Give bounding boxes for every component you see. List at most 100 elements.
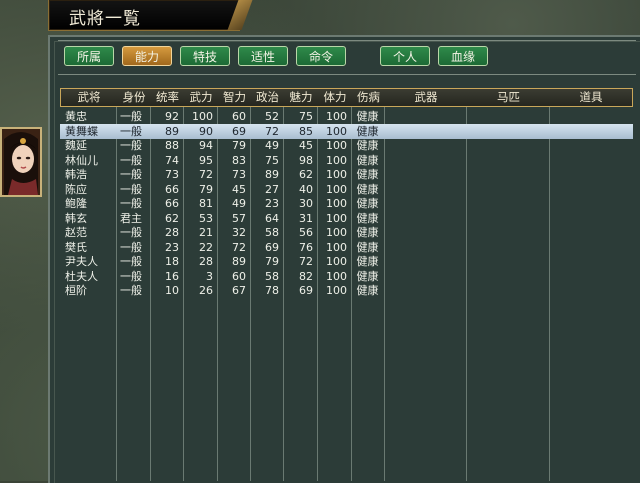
table-row[interactable]: 鲍隆 一般 66 81 49 23 30 100 健康	[60, 196, 633, 211]
cell-item	[549, 254, 631, 269]
cell-pol: 79	[265, 255, 279, 268]
cell-lead: 88	[165, 139, 179, 152]
cell-weapon	[384, 109, 466, 124]
cell-rank: 一般	[120, 255, 142, 268]
cell-inj: 健康	[356, 197, 379, 210]
cell-name: 韩浩	[65, 168, 87, 181]
cell-war: 22	[199, 240, 213, 254]
cell-chr: 82	[299, 269, 313, 283]
cell-hp: 100	[326, 284, 347, 297]
cell-item	[549, 182, 631, 197]
cell-pol: 75	[265, 153, 279, 167]
cell-rank: 一般	[120, 153, 142, 167]
cell-war: 90	[199, 124, 213, 138]
cell-horse	[466, 153, 549, 168]
cell-pol: 72	[265, 124, 279, 138]
table-row[interactable]: 赵范 一般 28 21 32 58 56 100 健康	[60, 225, 633, 240]
cell-horse	[466, 196, 549, 211]
column-header-injury[interactable]: 伤病	[352, 89, 385, 106]
cell-hp: 100	[326, 269, 347, 283]
cell-lead: 23	[165, 240, 179, 254]
column-header-charisma[interactable]: 魅力	[284, 89, 318, 106]
tab-skills[interactable]: 特技	[180, 46, 230, 66]
divider	[58, 40, 636, 41]
officer-portrait	[0, 127, 42, 197]
cell-war: 79	[199, 182, 213, 196]
cell-weapon	[384, 211, 466, 226]
cell-inj: 健康	[356, 124, 379, 138]
table-row[interactable]: 韩玄 君主 62 53 57 64 31 100 健康	[60, 211, 633, 226]
cell-war: 81	[199, 197, 213, 210]
cell-name: 鲍隆	[65, 197, 87, 210]
cell-int: 73	[232, 168, 246, 181]
cell-rank: 一般	[120, 269, 142, 283]
table-row[interactable]: 林仙儿 一般 74 95 83 75 98 100 健康	[60, 153, 633, 168]
tab-personal[interactable]: 个人	[380, 46, 430, 66]
cell-horse	[466, 109, 549, 124]
table-row[interactable]: 杜夫人 一般 16 3 60 58 82 100 健康	[60, 269, 633, 284]
cell-pol: 78	[265, 284, 279, 297]
cell-name: 韩玄	[65, 211, 87, 225]
cell-chr: 56	[299, 226, 313, 239]
cell-hp: 100	[326, 110, 347, 123]
cell-horse	[466, 225, 549, 240]
cell-inj: 健康	[356, 226, 379, 239]
column-header-war[interactable]: 武力	[184, 89, 218, 106]
table-row[interactable]: 桓阶 一般 10 26 67 78 69 100 健康	[60, 283, 633, 298]
cell-int: 45	[232, 182, 246, 196]
cell-horse	[466, 240, 549, 255]
cell-rank: 一般	[120, 197, 142, 210]
column-header-weapon[interactable]: 武器	[385, 89, 467, 106]
column-header-item[interactable]: 道具	[550, 89, 632, 106]
cell-horse	[466, 211, 549, 226]
cell-hp: 100	[326, 255, 347, 268]
cell-name: 杜夫人	[65, 269, 98, 283]
table-row[interactable]: 黄舞蝶 一般 89 90 69 72 85 100 健康	[60, 123, 633, 139]
column-header-intelligence[interactable]: 智力	[218, 89, 251, 106]
cell-war: 94	[199, 139, 213, 152]
cell-name: 赵范	[65, 226, 87, 239]
cell-hp: 100	[326, 182, 347, 196]
cell-chr: 45	[299, 139, 313, 152]
table-row[interactable]: 韩浩 一般 73 72 73 89 62 100 健康	[60, 167, 633, 182]
cell-hp: 100	[326, 240, 347, 254]
table-row[interactable]: 尹夫人 一般 18 28 89 79 72 100 健康	[60, 254, 633, 269]
column-header-leadership[interactable]: 统率	[151, 89, 184, 106]
cell-rank: 一般	[120, 284, 142, 297]
cell-hp: 100	[326, 139, 347, 152]
column-header-politics[interactable]: 政治	[251, 89, 284, 106]
cell-weapon	[384, 240, 466, 255]
tab-ability[interactable]: 能力	[122, 46, 172, 66]
cell-horse	[466, 182, 549, 197]
cell-rank: 一般	[120, 182, 142, 196]
column-header-stamina[interactable]: 体力	[318, 89, 352, 106]
tab-orders[interactable]: 命令	[296, 46, 346, 66]
cell-int: 79	[232, 139, 246, 152]
cell-inj: 健康	[356, 284, 379, 297]
cell-inj: 健康	[356, 182, 379, 196]
column-header-horse[interactable]: 马匹	[467, 89, 550, 106]
cell-lead: 89	[165, 124, 179, 138]
cell-horse	[466, 254, 549, 269]
table-row[interactable]: 陈应 一般 66 79 45 27 40 100 健康	[60, 182, 633, 197]
cell-hp: 100	[326, 226, 347, 239]
cell-horse	[466, 124, 549, 139]
cell-hp: 100	[326, 124, 347, 138]
cell-weapon	[384, 283, 466, 298]
tab-lineage[interactable]: 血缘	[438, 46, 488, 66]
cell-item	[549, 196, 631, 211]
cell-item	[549, 138, 631, 153]
table-row[interactable]: 魏延 一般 88 94 79 49 45 100 健康	[60, 138, 633, 153]
cell-inj: 健康	[356, 211, 379, 225]
tab-affiliation[interactable]: 所属	[64, 46, 114, 66]
cell-int: 67	[232, 284, 246, 297]
cell-lead: 92	[165, 110, 179, 123]
column-header-officer[interactable]: 武将	[61, 89, 117, 106]
tab-aptitude[interactable]: 适性	[238, 46, 288, 66]
cell-hp: 100	[326, 197, 347, 210]
cell-pol: 49	[265, 139, 279, 152]
table-row[interactable]: 黄忠 一般 92 100 60 52 75 100 健康	[60, 109, 633, 124]
column-header-rank[interactable]: 身份	[117, 89, 151, 106]
table-row[interactable]: 樊氏 一般 23 22 72 69 76 100 健康	[60, 240, 633, 255]
cell-item	[549, 225, 631, 240]
